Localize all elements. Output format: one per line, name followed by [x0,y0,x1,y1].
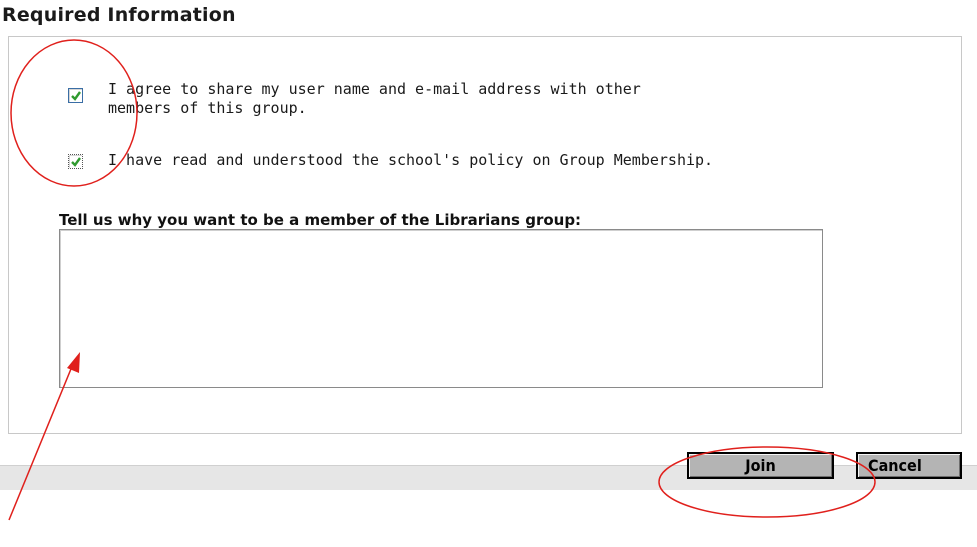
checkmark-icon [71,91,81,101]
reason-textarea[interactable] [59,229,823,388]
share-info-checkbox[interactable] [68,88,83,103]
join-group-page: Required Information I agree to share my… [0,0,977,547]
cancel-button[interactable]: Cancel [856,452,962,479]
policy-agree-label: I have read and understood the school's … [108,151,714,169]
share-info-label-line2: members of this group. [108,99,307,117]
share-info-label-line1: I agree to share my user name and e-mail… [108,80,641,98]
policy-agree-checkbox[interactable] [68,154,83,169]
reason-label: Tell us why you want to be a member of t… [59,211,582,229]
join-button[interactable]: Join [687,452,834,479]
checkmark-icon [71,157,81,167]
section-title: Required Information [2,4,236,26]
